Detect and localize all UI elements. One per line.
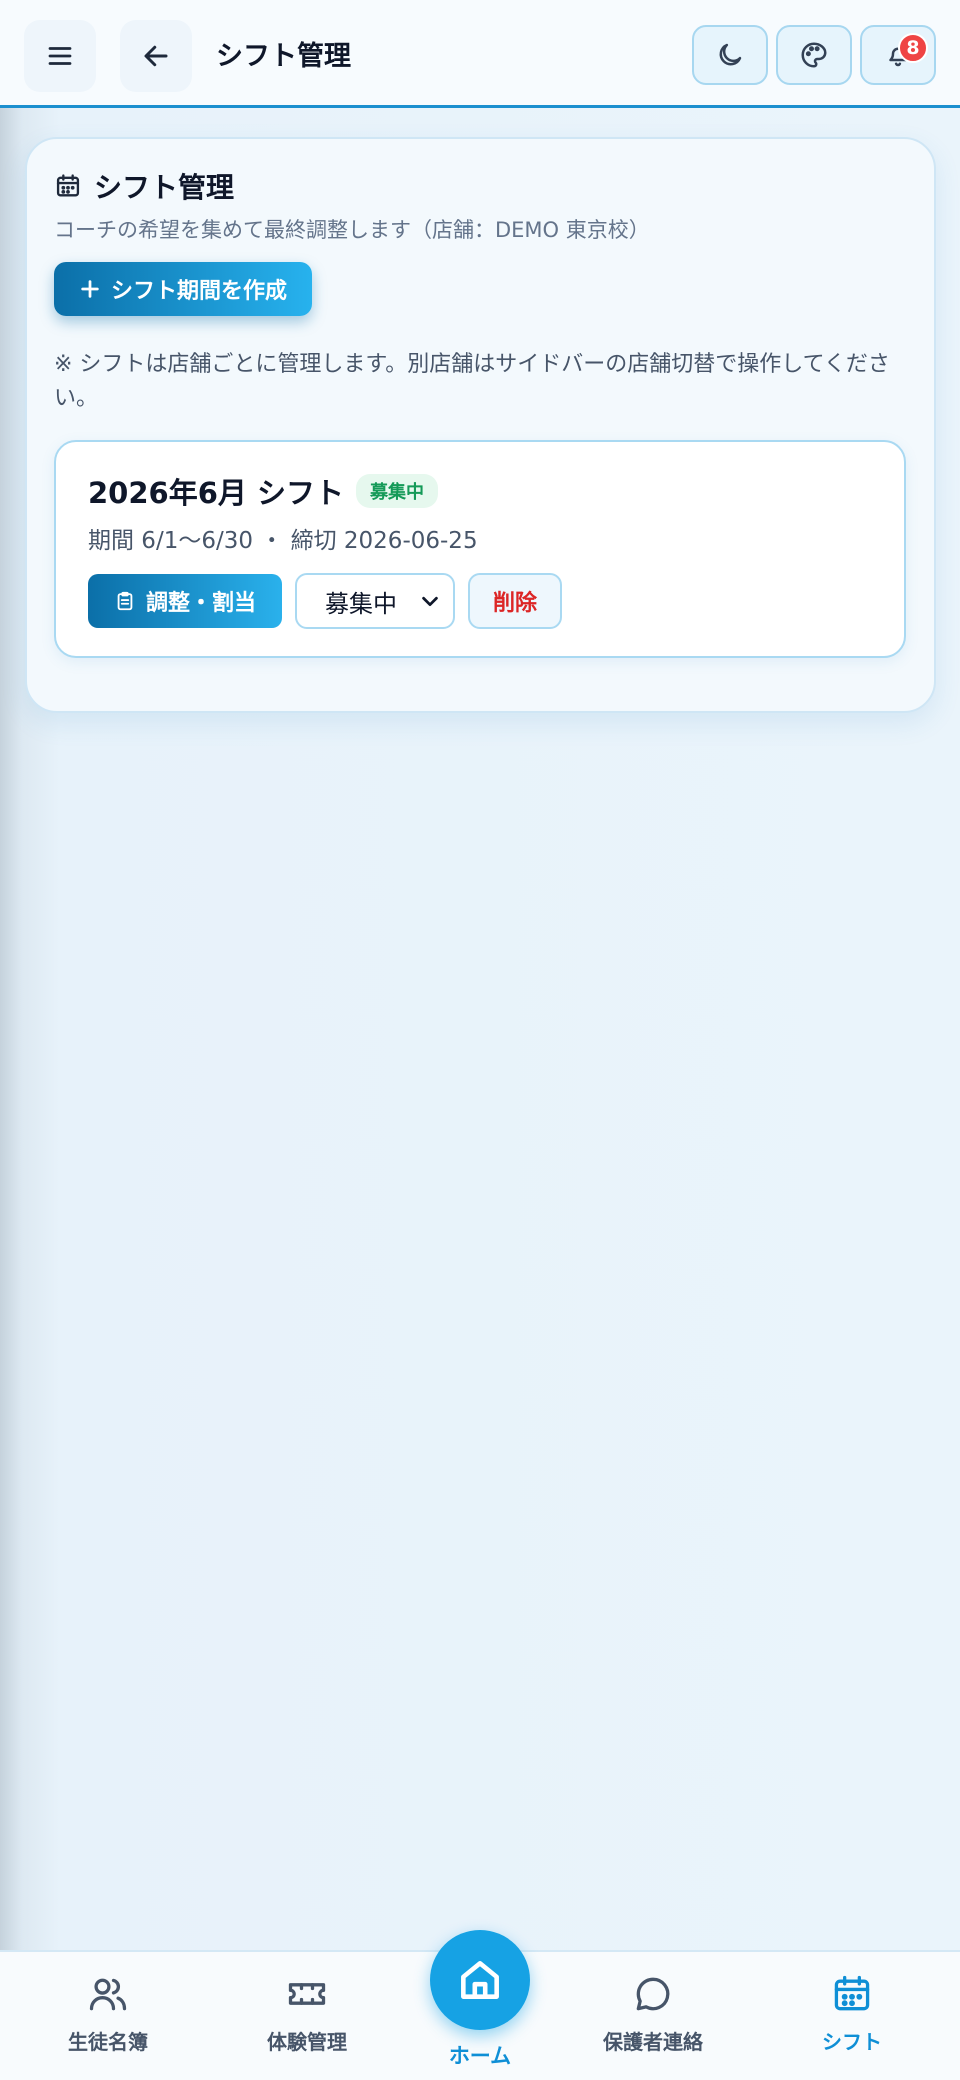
- chevron-down-icon: [422, 596, 438, 607]
- users-icon: [89, 1978, 127, 2011]
- panel-heading: シフト管理: [54, 166, 234, 206]
- back-button[interactable]: [120, 20, 192, 92]
- palette-icon: [801, 42, 827, 68]
- nav-parent-contact[interactable]: 保護者連絡: [578, 1972, 728, 2072]
- panel-description: コーチの希望を集めて最終調整します（店舗：DEMO 東京校）: [54, 218, 650, 242]
- assign-button-label: 調整・割当: [145, 591, 256, 616]
- calendar-icon: [56, 174, 80, 197]
- nav-trials[interactable]: 体験管理: [232, 1972, 382, 2072]
- page-title: シフト管理: [216, 41, 351, 72]
- panel-title: シフト管理: [94, 171, 235, 204]
- status-badge: 募集中: [356, 474, 438, 508]
- store-note: ※ シフトは店舗ごとに管理します。別店舗はサイドバーの店舗切替で操作してください…: [54, 352, 890, 411]
- nav-home-label: ホーム: [448, 2044, 512, 2068]
- period-heading: 2026年6月 シフト 募集中: [88, 470, 438, 512]
- ticket-icon: [288, 1983, 326, 2005]
- assign-button[interactable]: 調整・割当: [88, 574, 282, 628]
- calendar-icon: [834, 1975, 870, 2011]
- status-select-value: 募集中: [325, 589, 397, 618]
- moon-icon: [719, 43, 742, 66]
- menu-button[interactable]: [24, 20, 96, 92]
- nav-label: シフト: [822, 2030, 882, 2054]
- chat-icon: [636, 1977, 670, 2011]
- clipboard-icon: [117, 591, 133, 611]
- nav-label: 生徒名簿: [68, 2030, 148, 2054]
- nav-label: 保護者連絡: [603, 2030, 703, 2054]
- nav-home[interactable]: [430, 1930, 530, 2030]
- notifications-button[interactable]: 8: [860, 25, 936, 85]
- notification-badge: 8: [898, 33, 928, 63]
- create-shift-period-button[interactable]: シフト期間を作成: [54, 262, 312, 316]
- app-header: シフト管理 8: [0, 0, 960, 108]
- nav-students[interactable]: 生徒名簿: [33, 1972, 183, 2072]
- create-button-label: シフト期間を作成: [110, 279, 287, 304]
- arrow-left-icon: [144, 45, 168, 67]
- dark-mode-toggle[interactable]: [692, 25, 768, 85]
- home-icon: [461, 1961, 499, 1999]
- period-title: 2026年6月 シフト: [88, 476, 344, 510]
- period-meta: 期間 6/1〜6/30 ・ 締切 2026-06-25: [88, 528, 478, 554]
- hamburger-icon: [48, 47, 72, 65]
- nav-shift[interactable]: シフト: [777, 1972, 927, 2072]
- plus-icon: [81, 280, 99, 298]
- nav-label: 体験管理: [267, 2030, 347, 2054]
- delete-button[interactable]: 削除: [468, 573, 562, 629]
- status-select[interactable]: 募集中: [295, 573, 455, 629]
- theme-button[interactable]: [776, 25, 852, 85]
